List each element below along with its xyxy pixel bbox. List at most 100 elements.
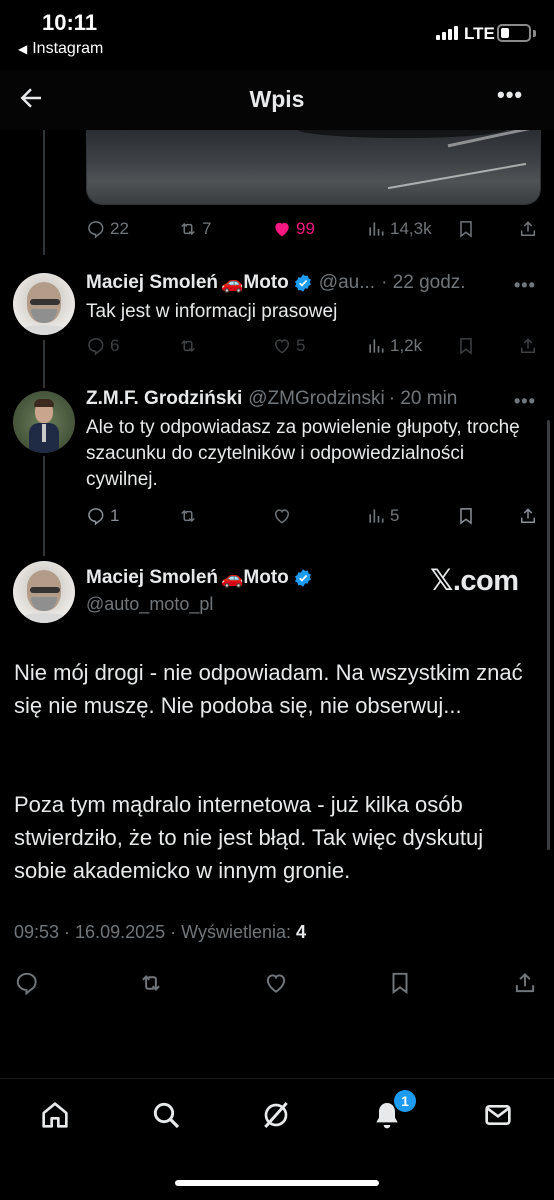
home-icon[interactable] — [39, 1099, 71, 1131]
views-button[interactable]: 14,3k — [366, 219, 432, 239]
share-button[interactable] — [518, 506, 538, 526]
heart-icon — [274, 339, 290, 354]
author-name[interactable]: Maciej Smoleń — [86, 272, 218, 294]
author-name-suffix: Moto — [243, 567, 289, 588]
author-name-row[interactable]: Maciej Smoleń 🚗 Moto — [86, 567, 313, 589]
more-horizontal-icon[interactable]: ••• — [497, 82, 523, 108]
retweet-icon[interactable] — [138, 970, 164, 996]
battery-icon — [497, 24, 531, 42]
like-button[interactable]: 5 — [272, 336, 305, 356]
like-count: 5 — [296, 336, 306, 355]
tweet-text: Tak jest w informacji prasowej — [86, 301, 338, 322]
reply-count: 1 — [110, 506, 120, 525]
search-icon[interactable] — [150, 1099, 182, 1131]
reply-icon — [88, 508, 104, 526]
tweet-time: · 20 min — [388, 388, 458, 409]
like-count: 99 — [296, 219, 315, 238]
heart-icon — [274, 509, 290, 524]
tweet-time: · 22 godz. — [381, 272, 466, 293]
timestamp-text: 09:53 · 16.09.2025 · Wyświetlenia: — [14, 922, 291, 942]
car-emoji-icon: 🚗 — [221, 272, 244, 293]
more-horizontal-icon[interactable]: ••• — [514, 391, 536, 412]
tweet-actions: 22 7 99 14,3k — [86, 219, 546, 243]
messages-icon[interactable] — [482, 1099, 514, 1131]
views-count: 5 — [390, 506, 400, 525]
share-icon — [521, 221, 535, 236]
grok-icon[interactable] — [260, 1099, 292, 1131]
reply-count: 22 — [110, 219, 129, 238]
signal-icon — [436, 26, 458, 40]
tweet-timestamp: 09:53 · 16.09.2025 · Wyświetlenia: 4 — [14, 922, 306, 943]
reply-button[interactable]: 1 — [86, 506, 119, 526]
tweet-header: Maciej Smoleń 🚗 Moto @au... · 22 godz. — [86, 272, 466, 294]
bookmark-icon[interactable] — [387, 970, 413, 996]
tweet-text-paragraph: Poza tym mądralo internetowa - już kilka… — [14, 792, 484, 883]
share-icon[interactable] — [512, 970, 538, 996]
page-title: Wpis — [249, 86, 305, 112]
views-chart-icon — [369, 339, 384, 353]
views-button[interactable]: 1,2k — [366, 336, 422, 356]
views-count: 14,3k — [390, 219, 432, 238]
retweet-button[interactable] — [178, 336, 198, 356]
status-bar: 10:11 ◀ Instagram LTE — [0, 0, 554, 70]
avatar[interactable] — [13, 561, 75, 623]
reply-button[interactable]: 6 — [86, 336, 119, 356]
verified-badge-icon — [294, 274, 311, 292]
reply-icon[interactable] — [14, 970, 40, 996]
heart-filled-icon — [275, 222, 289, 237]
views-chart-icon — [369, 509, 384, 523]
tweet-header: Z.M.F. Grodziński @ZMGrodzinski · 20 min — [86, 388, 457, 410]
reply-count: 6 — [110, 336, 120, 355]
retweet-button[interactable] — [178, 506, 198, 526]
author-name[interactable]: Z.M.F. Grodziński — [86, 388, 242, 410]
back-triangle-icon: ◀ — [18, 42, 28, 56]
tweet-actions: 1 5 — [86, 506, 546, 530]
retweet-button[interactable]: 7 — [178, 219, 211, 239]
reply-button[interactable]: 22 — [86, 219, 129, 239]
like-button[interactable]: 99 — [272, 219, 315, 239]
author-handle[interactable]: @au... — [319, 272, 375, 294]
views-count: 1,2k — [390, 336, 423, 355]
author-name-suffix: Moto — [243, 272, 289, 293]
network-label: LTE — [464, 24, 495, 43]
share-button[interactable] — [518, 219, 538, 239]
thread-line-top — [43, 130, 45, 255]
author-handle[interactable]: @auto_moto_pl — [86, 594, 213, 615]
share-icon — [521, 338, 535, 353]
retweet-icon — [181, 509, 195, 523]
battery-tip — [533, 30, 536, 37]
views-chart-icon — [369, 222, 384, 236]
more-horizontal-icon[interactable]: ••• — [514, 275, 536, 296]
bookmark-button[interactable] — [456, 219, 476, 239]
author-handle[interactable]: @ZMGrodzinski — [248, 388, 384, 410]
clock: 10:11 — [42, 10, 98, 35]
like-button[interactable] — [272, 506, 292, 526]
car-emoji-icon: 🚗 — [221, 567, 244, 588]
bookmark-icon — [460, 508, 472, 525]
avatar[interactable] — [13, 391, 75, 453]
back-to-app-link[interactable]: ◀ Instagram — [18, 40, 103, 58]
scrollbar[interactable] — [547, 420, 550, 850]
retweet-icon — [181, 222, 195, 236]
back-app-label: Instagram — [32, 40, 104, 57]
views-button[interactable]: 5 — [366, 506, 399, 526]
tweet-text-paragraph: Nie mój drogi - nie odpowiadam. Na wszys… — [14, 660, 523, 718]
share-icon — [521, 508, 535, 523]
thread-line-bottom — [43, 456, 45, 556]
notification-badge: 1 — [394, 1090, 416, 1112]
avatar[interactable] — [13, 273, 75, 335]
xcom-watermark: 𝕏.com — [430, 565, 519, 597]
tweet-media-image[interactable] — [86, 130, 541, 205]
retweet-icon — [181, 339, 195, 353]
verified-badge-icon — [294, 569, 311, 587]
main-tweet-actions — [14, 970, 544, 996]
home-indicator[interactable] — [175, 1180, 379, 1186]
reply-icon — [88, 338, 104, 356]
top-app-bar: Wpis ••• — [0, 70, 554, 130]
heart-icon[interactable] — [263, 970, 289, 996]
tweet-actions: 6 5 1,2k — [86, 336, 546, 360]
views-count[interactable]: 4 — [296, 922, 306, 942]
bookmark-button[interactable] — [456, 506, 476, 526]
bookmark-button[interactable] — [456, 336, 476, 356]
share-button[interactable] — [518, 336, 538, 356]
